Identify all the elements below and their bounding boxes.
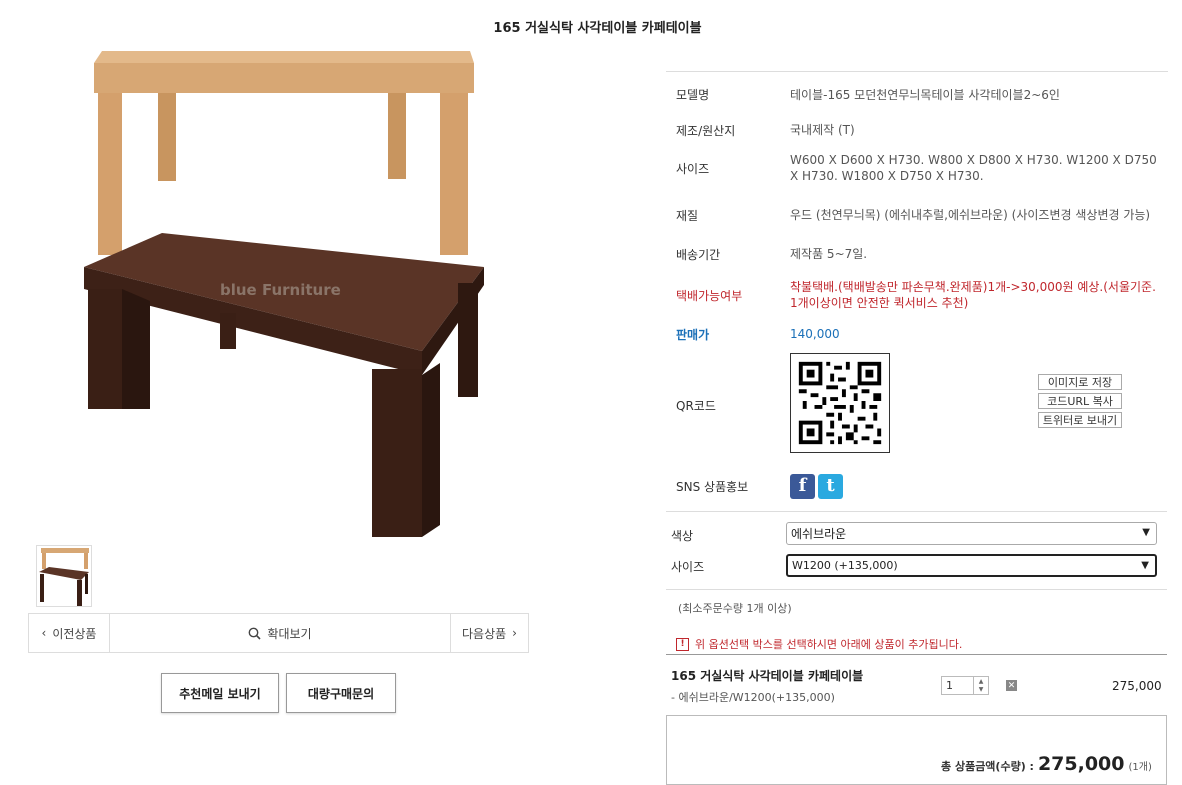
quantity-input[interactable]: 1	[942, 677, 973, 694]
prev-product-button[interactable]: ‹ 이전상품	[29, 614, 110, 652]
selected-item-box	[666, 654, 1167, 655]
info-row-sns: SNS 상품홍보 f t	[666, 461, 1168, 511]
size-select[interactable]: W1200 (+135,000) ▼	[786, 554, 1157, 577]
info-row-size: 사이즈 W600 X D600 X H730. W800 X D800 X H7…	[676, 153, 1157, 183]
color-option-label: 색상	[671, 529, 694, 543]
qr-save-image-button[interactable]: 이미지로 저장	[1038, 374, 1122, 390]
min-order-text: (최소주문수량 1개 이상)	[678, 602, 792, 615]
selected-item-price: 275,000	[1112, 679, 1162, 693]
chevron-right-icon: ›	[512, 626, 517, 640]
info-row-price: 판매가 140,000	[676, 327, 840, 342]
option-notice: ! 위 옵션선택 박스를 선택하시면 아래에 상품이 추가됩니다.	[676, 636, 962, 652]
zoom-button[interactable]: 확대보기	[110, 614, 450, 652]
divider	[666, 589, 1167, 590]
product-nav-bar: ‹ 이전상품 확대보기 다음상품 ›	[28, 613, 529, 653]
remove-item-button[interactable]: ✕	[1006, 680, 1017, 691]
qr-send-twitter-button[interactable]: 트위터로 보내기	[1038, 412, 1122, 428]
chevron-left-icon: ‹	[41, 626, 47, 640]
product-info-table: 모델명 테이블-165 모던천연무늬목테이블 사각테이블2~6인 제조/원산지 …	[666, 71, 1168, 511]
selected-item-option: - 에쉬브라운/W1200(+135,000)	[671, 691, 835, 704]
twitter-icon[interactable]: t	[818, 473, 843, 499]
total-label: 총 상품금액(수량) :	[941, 760, 1034, 773]
facebook-icon[interactable]: f	[790, 473, 815, 499]
warning-icon: !	[676, 637, 689, 651]
product-thumbnail[interactable]	[36, 545, 92, 607]
qr-actions: 이미지로 저장 코드URL 복사 트위터로 보내기	[1038, 374, 1122, 428]
total-count: (1개)	[1128, 762, 1152, 773]
chevron-down-icon: ▼	[1142, 527, 1150, 538]
increase-icon[interactable]: ▲	[979, 678, 984, 685]
info-row-material: 재질 우드 (천연무늬목) (에쉬내추럴,에쉬브라운) (사이즈변경 색상변경 …	[676, 208, 1151, 223]
info-row-origin: 제조/원산지 국내제작 (T)	[676, 123, 855, 138]
bulk-inquiry-button[interactable]: 대량구매문의	[286, 673, 396, 713]
qr-copy-url-button[interactable]: 코드URL 복사	[1038, 393, 1122, 409]
recommend-mail-button[interactable]: 추천메일 보내기	[161, 673, 279, 713]
decrease-icon[interactable]: ▼	[979, 686, 984, 693]
divider	[666, 511, 1167, 512]
info-row-delivery: 배송기간 제작품 5~7일.	[676, 247, 868, 262]
chevron-down-icon: ▼	[1141, 560, 1149, 571]
selected-item-name: 165 거실식탁 사각테이블 카페테이블	[671, 669, 864, 683]
total-price-row: 총 상품금액(수량) : 275,000 (1개)	[941, 753, 1152, 775]
qr-code-image	[790, 353, 890, 453]
info-row-model: 모델명 테이블-165 모던천연무늬목테이블 사각테이블2~6인	[676, 87, 1060, 103]
page-title: 165 거실식탁 사각테이블 카페테이블	[493, 21, 702, 36]
info-row-courier: 택배가능여부 착불택배.(택배발송만 파손무책.완제품)1개->30,000원 …	[676, 280, 1156, 310]
size-option-label: 사이즈	[671, 560, 705, 574]
total-amount: 275,000	[1037, 753, 1125, 775]
quantity-stepper[interactable]: 1 ▲ ▼	[941, 676, 989, 695]
color-select[interactable]: 에쉬브라운 ▼	[786, 522, 1157, 545]
product-image[interactable]: blue Furniture	[70, 45, 500, 540]
watermark-text: blue Furniture	[220, 281, 341, 299]
search-icon	[249, 627, 261, 640]
next-product-button[interactable]: 다음상품 ›	[450, 614, 528, 652]
